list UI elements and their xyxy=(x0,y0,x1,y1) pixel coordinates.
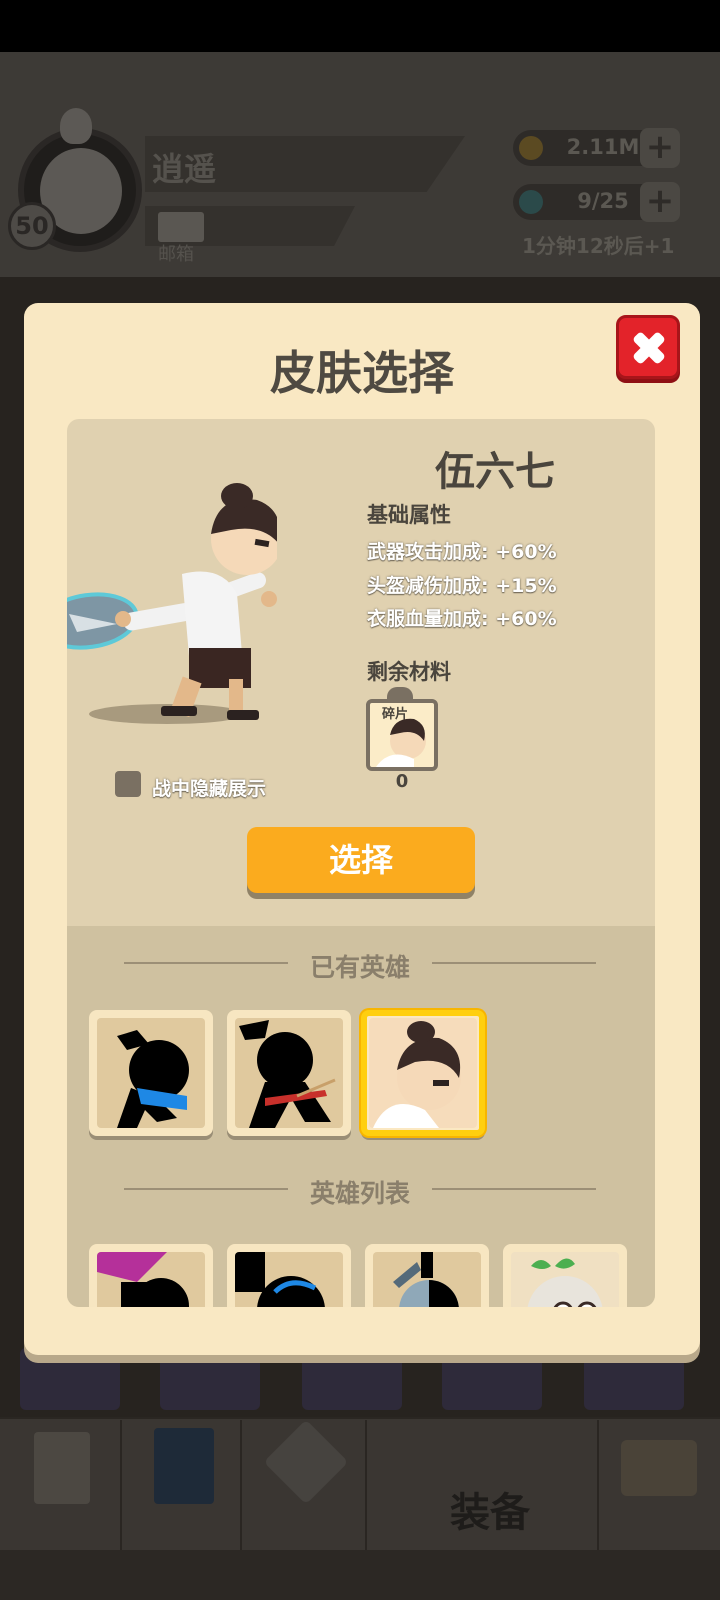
hide-in-battle-checkbox[interactable] xyxy=(115,771,141,797)
swords-icon xyxy=(263,1419,349,1505)
modal-title: 皮肤选择 xyxy=(270,346,454,400)
owned-heroes-title: 已有英雄 xyxy=(309,953,410,982)
coin-icon xyxy=(519,136,543,160)
nav-shop-tab[interactable] xyxy=(599,1420,720,1550)
select-button[interactable]: 选择 xyxy=(247,827,475,893)
fragment-item[interactable]: 碎片 xyxy=(366,699,438,771)
hide-in-battle-label: 战中隐藏展示 xyxy=(152,778,267,800)
hero-wuliuqi-portrait xyxy=(373,1021,461,1128)
stat-armor-hp: 衣服血量加成: +60% xyxy=(367,608,557,630)
bg-item-slot xyxy=(302,1348,402,1410)
hero-list-card[interactable] xyxy=(227,1244,351,1307)
material-title: 剩余材料 xyxy=(367,660,451,684)
bg-item-slot xyxy=(20,1348,120,1410)
hero-detail-panel: 伍六七 基础属性 武器攻击加成: +60% 头盔减伤加成: +15% 衣服血量加… xyxy=(67,419,655,1307)
hero-list-card[interactable] xyxy=(89,1244,213,1307)
hero-figure xyxy=(67,483,277,724)
owned-hero-card-selected[interactable] xyxy=(361,1010,485,1136)
book-icon xyxy=(154,1428,214,1504)
owned-hero-card[interactable] xyxy=(227,1010,351,1136)
scroll-icon xyxy=(34,1432,90,1504)
fragment-tag: 碎片 xyxy=(382,707,409,722)
locked-hero-silhouette xyxy=(235,1252,325,1307)
hero-list-card[interactable] xyxy=(365,1244,489,1307)
system-nav-bar xyxy=(0,1550,720,1600)
add-energy-button[interactable]: + xyxy=(640,182,680,222)
status-bar xyxy=(0,0,720,52)
hero-list-card[interactable] xyxy=(503,1244,627,1307)
locked-hero-silhouette xyxy=(393,1252,459,1307)
locked-hero-silhouette xyxy=(117,1030,189,1128)
gold-value: 2.11M xyxy=(566,135,640,159)
owned-heroes-divider: 已有英雄 xyxy=(124,948,596,982)
hero-collection-section: 已有英雄 英雄列表 xyxy=(67,926,655,1307)
nav-cultivate-tab[interactable] xyxy=(122,1420,242,1550)
hero-list-divider: 英雄列表 xyxy=(124,1174,596,1208)
stat-weapon-attack: 武器攻击加成: +60% xyxy=(367,541,557,563)
base-attr-title: 基础属性 xyxy=(367,503,451,527)
bg-item-slot xyxy=(160,1348,260,1410)
hero-name: 伍六七 xyxy=(435,449,555,495)
mail-label: 邮箱 xyxy=(158,244,194,265)
energy-value: 9/25 xyxy=(577,189,629,213)
stat-helmet-defense: 头盔减伤加成: +15% xyxy=(367,575,557,597)
add-gold-button[interactable]: + xyxy=(640,128,680,168)
locked-hero-silhouette xyxy=(239,1020,336,1128)
bg-item-slot xyxy=(442,1348,542,1410)
player-name: 逍遥 xyxy=(152,150,217,188)
level-badge: 50 xyxy=(8,202,56,250)
nav-task-tab[interactable] xyxy=(0,1420,122,1550)
fragment-count: 0 xyxy=(395,771,409,792)
bg-item-slot xyxy=(584,1348,684,1410)
hero-list-title: 英雄列表 xyxy=(309,1179,410,1208)
nav-equip-label: 装备 xyxy=(450,1490,530,1536)
locked-hero-silhouette xyxy=(97,1252,189,1307)
energy-timer: 1分钟12秒后+1 xyxy=(522,234,675,258)
skin-select-modal: 皮肤选择 伍六七 基础属性 武器攻击加成: +60% 头盔减伤加成: +15% xyxy=(24,303,700,1355)
nav-battle-tab[interactable] xyxy=(242,1419,367,1550)
hero-bun-portrait xyxy=(527,1258,603,1307)
energy-icon xyxy=(519,190,543,214)
close-button[interactable] xyxy=(616,315,680,379)
owned-hero-card[interactable] xyxy=(89,1010,213,1136)
shop-icon xyxy=(621,1440,697,1496)
mail-icon[interactable] xyxy=(158,212,204,242)
